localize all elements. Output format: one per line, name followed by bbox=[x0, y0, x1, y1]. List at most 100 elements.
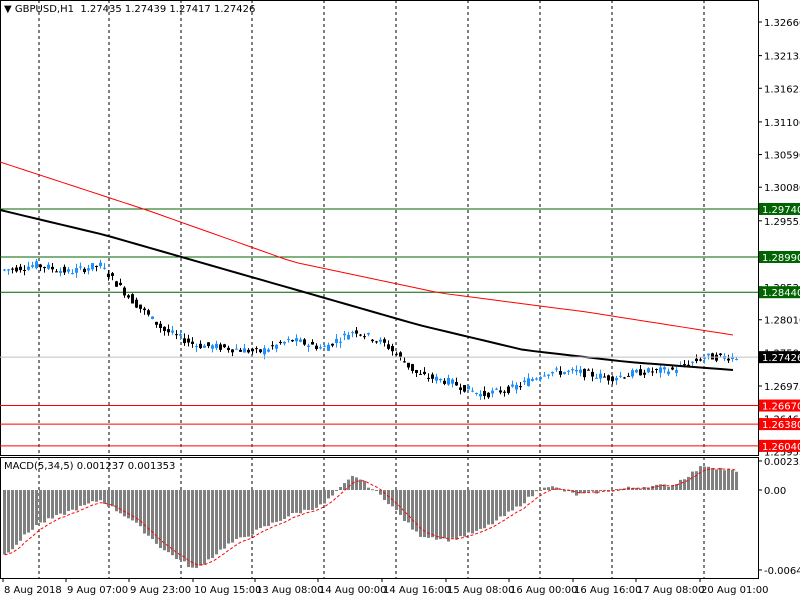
candle-body bbox=[103, 267, 106, 269]
macd-histogram-bar bbox=[187, 490, 190, 568]
candle-body bbox=[595, 377, 598, 379]
support-level-label: 1.26670 bbox=[762, 402, 800, 413]
macd-histogram-bar bbox=[491, 490, 494, 525]
time-axis-label: 13 Aug 08:00 bbox=[256, 585, 323, 596]
macd-histogram-bar bbox=[595, 490, 598, 494]
macd-histogram-bar bbox=[295, 490, 298, 513]
candle-body bbox=[139, 304, 142, 309]
candle-body bbox=[735, 358, 738, 360]
candle-body bbox=[415, 370, 418, 373]
macd-signal-value: 0.001353 bbox=[127, 461, 176, 472]
candle-body bbox=[563, 372, 566, 374]
macd-histogram-bar bbox=[11, 490, 14, 550]
macd-histogram-bar bbox=[7, 490, 10, 553]
macd-histogram-bar bbox=[715, 469, 718, 490]
candle-body bbox=[167, 329, 170, 333]
candle-body bbox=[583, 368, 586, 378]
candle-body bbox=[111, 273, 114, 276]
candle-body bbox=[71, 273, 74, 275]
macd-histogram-bar bbox=[27, 490, 30, 533]
macd-histogram-bar bbox=[443, 490, 446, 539]
candle-body bbox=[215, 343, 218, 349]
candle-body bbox=[251, 348, 254, 352]
candle-body bbox=[359, 334, 362, 336]
macd-histogram-bar bbox=[679, 479, 682, 490]
macd-histogram-bar bbox=[119, 490, 122, 514]
candle-body bbox=[511, 384, 514, 387]
candle-body bbox=[227, 347, 230, 351]
macd-histogram-bar bbox=[455, 490, 458, 540]
macd-histogram-bar bbox=[247, 490, 250, 537]
macd-histogram-bar bbox=[183, 490, 186, 562]
dropdown-triangle-icon[interactable]: ▼ bbox=[4, 4, 12, 15]
macd-histogram-bar bbox=[235, 490, 238, 539]
macd-histogram-bar bbox=[31, 490, 34, 530]
candle-body bbox=[387, 344, 390, 349]
candle-body bbox=[703, 357, 706, 359]
candle-body bbox=[439, 378, 442, 381]
candle-body bbox=[19, 266, 22, 271]
price-chart[interactable]: 1.32660 1.32135 1.31625 1.31100 1.30590 1.300… bbox=[0, 0, 800, 600]
macd-histogram-bar bbox=[695, 471, 698, 490]
macd-histogram-bar bbox=[99, 490, 102, 501]
macd-histogram-bar bbox=[527, 490, 530, 497]
macd-histogram-bar bbox=[167, 490, 170, 553]
macd-histogram-bar bbox=[519, 490, 522, 507]
candle-body bbox=[107, 273, 110, 278]
macd-histogram-bar bbox=[435, 490, 438, 540]
candle-body bbox=[663, 367, 666, 370]
resistance-level-label: 1.29740 bbox=[762, 205, 800, 216]
macd-histogram-bar bbox=[15, 490, 18, 545]
macd-histogram-bar bbox=[427, 490, 430, 538]
macd-histogram-bar bbox=[495, 490, 498, 521]
macd-histogram-bar bbox=[403, 490, 406, 522]
candle-body bbox=[67, 269, 70, 272]
candle-body bbox=[231, 349, 234, 353]
candle-body bbox=[691, 361, 694, 363]
candle-body bbox=[431, 374, 434, 379]
close-value: 1.27426 bbox=[213, 4, 256, 15]
candle-body bbox=[347, 334, 350, 340]
macd-histogram-bar bbox=[503, 490, 506, 517]
macd-histogram-bar bbox=[523, 490, 526, 504]
candle-body bbox=[267, 349, 270, 352]
macd-panel-frame bbox=[0, 457, 759, 579]
high-value: 1.27439 bbox=[124, 4, 167, 15]
time-axis-label: 17 Aug 08:00 bbox=[637, 585, 704, 596]
time-axis-label: 9 Aug 23:00 bbox=[130, 585, 191, 596]
macd-histogram-bar bbox=[267, 490, 270, 526]
candle-body bbox=[623, 377, 626, 379]
macd-histogram-bar bbox=[487, 490, 490, 525]
macd-histogram-bar bbox=[655, 484, 658, 490]
macd-histogram-bar bbox=[459, 490, 462, 537]
candle-body bbox=[171, 330, 174, 333]
candle-body bbox=[91, 263, 94, 270]
macd-main-value: 0.001237 bbox=[76, 461, 125, 472]
candle-body bbox=[507, 386, 510, 393]
candle-body bbox=[551, 371, 554, 374]
candle-body bbox=[627, 375, 630, 377]
resistance-level-label: 1.28990 bbox=[762, 253, 800, 264]
macd-histogram-bar bbox=[707, 466, 710, 490]
candle-body bbox=[51, 266, 54, 270]
candle-body bbox=[271, 345, 274, 347]
macd-histogram-bar bbox=[391, 490, 394, 507]
macd-histogram-bar bbox=[399, 490, 402, 515]
macd-histogram-bar bbox=[731, 469, 734, 490]
candle-body bbox=[683, 364, 686, 366]
macd-histogram-bar bbox=[511, 490, 514, 511]
macd-histogram-bar bbox=[719, 467, 722, 490]
macd-histogram-bar bbox=[231, 490, 234, 543]
macd-histogram-bar bbox=[483, 490, 486, 529]
candle-body bbox=[375, 341, 378, 343]
macd-histogram-bar bbox=[543, 487, 546, 490]
price-axis-label: 1.31100 bbox=[764, 118, 800, 129]
macd-histogram-bar bbox=[335, 490, 338, 491]
price-axis-label: 1.31625 bbox=[764, 84, 800, 95]
candle-body bbox=[579, 369, 582, 373]
candle-body bbox=[319, 347, 322, 349]
candle-body bbox=[619, 375, 622, 377]
candle-body bbox=[451, 379, 454, 384]
candle-body bbox=[427, 377, 430, 379]
macd-histogram-bar bbox=[339, 486, 342, 490]
